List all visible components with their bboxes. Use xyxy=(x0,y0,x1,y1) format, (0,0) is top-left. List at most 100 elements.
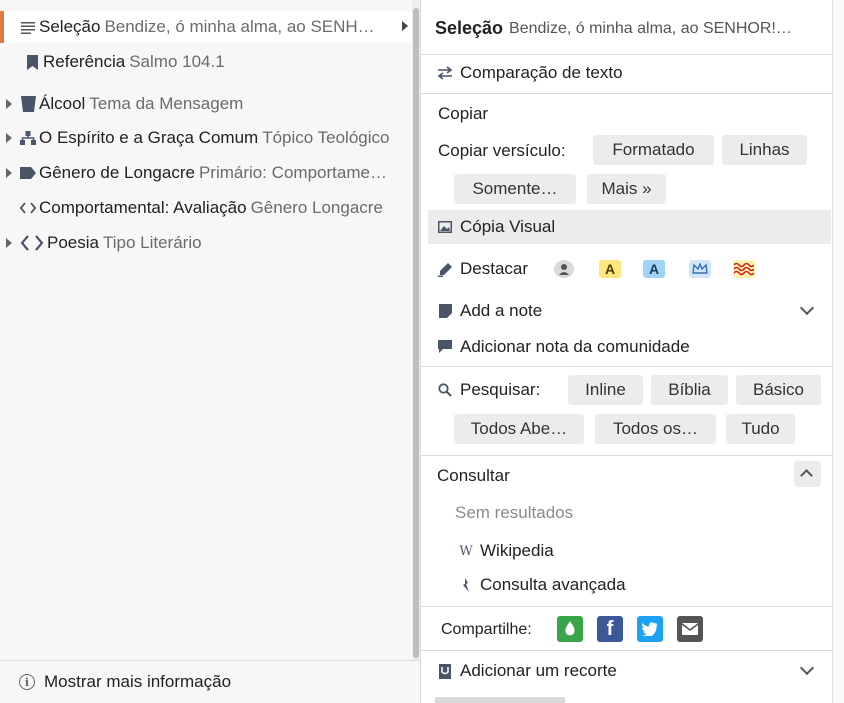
info-icon: i xyxy=(19,674,35,690)
copy-only-button[interactable]: Somente… xyxy=(454,174,576,204)
wikipedia-link[interactable]: W Wikipedia xyxy=(458,539,554,563)
submenu-arrow-icon xyxy=(402,21,408,31)
search-label: Pesquisar: xyxy=(460,380,541,399)
visual-copy-item[interactable]: Cópia Visual xyxy=(428,210,831,244)
copy-formatted-button[interactable]: Formatado xyxy=(593,135,714,165)
wikipedia-label: Wikipedia xyxy=(480,541,554,560)
highlight-label: Destacar xyxy=(460,259,529,278)
collapse-consult-button[interactable] xyxy=(794,461,821,487)
divider xyxy=(421,93,832,94)
code-icon xyxy=(20,200,36,216)
menu-header: Seleção Bendize, ó minha alma, ao SENHOR… xyxy=(435,18,792,39)
note-icon xyxy=(437,303,453,319)
chevron-down-icon[interactable] xyxy=(799,300,815,316)
bookmark-icon xyxy=(24,54,40,70)
wikipedia-icon: W xyxy=(459,543,473,559)
row-literary-type[interactable]: Poesia Tipo Literário xyxy=(0,227,412,259)
divider xyxy=(421,366,832,367)
row-key: Referência xyxy=(43,52,126,71)
row-theme[interactable]: Álcool Tema da Mensagem xyxy=(0,88,412,120)
header-value: Bendize, ó minha alma, ao SENHOR!… xyxy=(509,19,792,37)
highlighter-icon xyxy=(437,261,453,277)
divider xyxy=(421,650,832,651)
row-reference[interactable]: Referência Salmo 104.1 xyxy=(0,46,412,78)
text-comparison-item[interactable]: Comparação de texto xyxy=(437,61,623,85)
chevron-up-icon xyxy=(800,469,813,482)
search-basic-button[interactable]: Básico xyxy=(736,375,821,405)
row-value: Tema da Mensagem xyxy=(89,94,244,113)
row-key: Poesia xyxy=(47,233,99,252)
row-key: O Espírito e a Graça Comum xyxy=(39,128,259,147)
image-icon xyxy=(437,219,453,235)
search-all-open-button[interactable]: Todos Abe… xyxy=(454,414,584,444)
advanced-consult-link[interactable]: Consulta avançada xyxy=(458,573,626,597)
hierarchy-icon xyxy=(20,130,36,146)
search-everything-button[interactable]: Tudo xyxy=(726,414,795,444)
highlight-blue-a-icon[interactable]: A xyxy=(643,260,665,278)
facebook-icon[interactable]: f xyxy=(597,616,623,642)
row-value: Salmo 104.1 xyxy=(129,52,225,71)
row-value: Gênero Longacre xyxy=(250,198,383,217)
expand-triangle-icon[interactable] xyxy=(6,133,12,143)
show-more-info-button[interactable]: i Mostrar mais informação xyxy=(0,660,420,703)
expand-triangle-icon[interactable] xyxy=(6,99,12,109)
twitter-icon[interactable] xyxy=(637,616,663,642)
divider xyxy=(421,606,832,607)
highlight-row: Destacar xyxy=(437,257,528,281)
row-value: Tipo Literário xyxy=(102,233,202,252)
row-behavioral[interactable]: Comportamental: Avaliação Gênero Longacr… xyxy=(0,192,412,224)
add-clipping-label: Adicionar um recorte xyxy=(460,661,617,680)
highlight-person-icon[interactable] xyxy=(554,260,574,278)
divider xyxy=(421,455,832,456)
code-icon xyxy=(20,235,44,251)
scrollbar-thumb[interactable] xyxy=(413,8,419,658)
cup-icon xyxy=(20,96,36,112)
expand-triangle-icon[interactable] xyxy=(6,238,12,248)
row-key: Álcool xyxy=(39,94,86,113)
copy-title: Copiar xyxy=(438,104,489,123)
selection-info-pane: Seleção Bendize, ó minha alma, ao SENH… … xyxy=(0,0,412,703)
right-scrollbar[interactable] xyxy=(832,0,844,703)
copy-more-button[interactable]: Mais » xyxy=(587,174,666,204)
text-comparison-label: Comparação de texto xyxy=(460,63,623,82)
chevron-down-icon[interactable] xyxy=(799,660,815,676)
email-icon[interactable] xyxy=(677,616,703,642)
row-value: Bendize, ó minha alma, ao SENH… xyxy=(104,17,375,36)
row-value: Tópico Teológico xyxy=(262,128,390,147)
divider xyxy=(421,54,832,55)
search-all-the-button[interactable]: Todos os… xyxy=(595,414,716,444)
advanced-consult-label: Consulta avançada xyxy=(480,575,626,594)
no-results-text: Sem resultados xyxy=(455,503,574,522)
community-note-label: Adicionar nota da comunidade xyxy=(460,337,690,356)
row-topic[interactable]: O Espírito e a Graça Comum Tópico Teológ… xyxy=(0,122,412,154)
highlight-yellow-a-icon[interactable]: A xyxy=(599,260,621,278)
visual-copy-row: Cópia Visual xyxy=(437,215,555,239)
row-value: Primário: Comportame… xyxy=(198,163,387,182)
highlight-squiggle-icon[interactable] xyxy=(733,260,755,278)
row-selection[interactable]: Seleção Bendize, ó minha alma, ao SENH… xyxy=(0,11,412,43)
add-clipping-item[interactable]: Adicionar um recorte xyxy=(437,659,617,683)
consult-title: Consultar xyxy=(437,466,510,485)
search-bible-button[interactable]: Bíblia xyxy=(651,375,728,405)
left-scrollbar[interactable] xyxy=(412,0,420,660)
row-key: Gênero de Longacre xyxy=(39,163,195,182)
list-icon xyxy=(20,19,36,35)
row-key: Comportamental: Avaliação xyxy=(39,198,247,217)
search-inline-button[interactable]: Inline xyxy=(568,375,643,405)
visual-copy-label: Cópia Visual xyxy=(460,217,556,236)
community-note-item[interactable]: Adicionar nota da comunidade xyxy=(437,335,690,359)
show-more-info-label: Mostrar mais informação xyxy=(44,672,232,691)
context-menu-pane: Seleção Bendize, ó minha alma, ao SENHOR… xyxy=(420,0,832,703)
search-row: Pesquisar: xyxy=(437,378,540,402)
row-key: Seleção xyxy=(39,17,101,36)
expand-triangle-icon[interactable] xyxy=(6,168,12,178)
swap-arrows-icon xyxy=(437,65,453,81)
copy-lines-button[interactable]: Linhas xyxy=(722,135,807,165)
row-genre[interactable]: Gênero de Longacre Primário: Comportame… xyxy=(0,157,412,189)
tag-icon xyxy=(20,165,36,181)
logos-share-icon[interactable] xyxy=(557,616,583,642)
comment-icon xyxy=(437,339,453,355)
add-note-item[interactable]: Add a note xyxy=(437,299,542,323)
highlight-crown-icon[interactable] xyxy=(689,260,711,278)
add-note-label: Add a note xyxy=(460,301,543,320)
